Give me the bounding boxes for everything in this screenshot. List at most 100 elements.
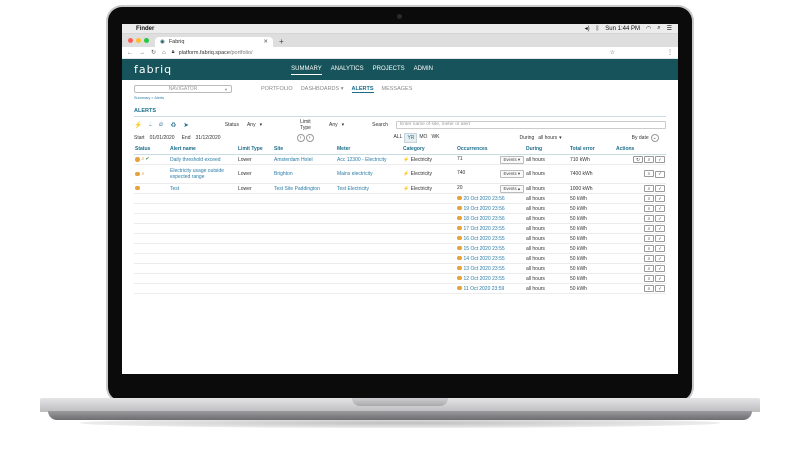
close-window-button[interactable] [128,38,133,43]
nav-analytics[interactable]: ANALYTICS [331,64,364,75]
close-tab-icon[interactable]: ✕ [263,39,268,45]
tab-portfolio[interactable]: PORTFOLIO [261,86,293,93]
check-button[interactable]: ✓ [655,205,665,213]
chevron-down-icon[interactable]: ⌄ [650,133,659,142]
new-tab-button[interactable]: + [279,37,284,46]
search-icon[interactable]: ⌕ [657,25,660,32]
occurrence-row[interactable]: 18 Oct 2020 23:56 all hours 50 kWh ⌕ ✓ [134,213,666,224]
table-row[interactable]: Test Lower Test Site Paddington Test Ele… [134,183,666,194]
occurrence-date-link[interactable]: 17 Oct 2020 23:55 [464,226,505,232]
check-button[interactable]: ✓ [655,156,665,164]
col-category[interactable]: Category [402,145,456,155]
occurrence-row[interactable]: 16 Oct 2020 23:55 all hours 50 kWh ⌕ ✓ [134,233,666,244]
occurrence-date-link[interactable]: 14 Oct 2020 23:55 [464,256,505,262]
tab-dashboards[interactable]: DASHBOARDS ▾ [301,86,344,93]
menu-list-icon[interactable]: ☰ [667,25,672,32]
occurrence-date-link[interactable]: 20 Oct 2020 23:56 [464,196,505,202]
search-button[interactable]: ⌕ [644,264,654,272]
check-button[interactable]: ✓ [655,285,665,293]
period-yr[interactable]: YR [404,132,418,143]
home-icon[interactable]: ⌂ [162,50,166,56]
check-button[interactable]: ✓ [655,185,665,193]
col-occurrences[interactable]: Occurrences [456,145,525,155]
occurrence-row[interactable]: 13 Oct 2020 23:55 all hours 50 kWh ⌕ ✓ [134,263,666,274]
events-button[interactable]: Events ▾ [499,155,524,164]
search-button[interactable]: ⌕ [644,204,654,212]
gas-flame-icon[interactable]: 🔥︎ [159,121,164,129]
recycle-icon[interactable]: ♻ [170,121,176,129]
forward-icon[interactable]: → [139,50,145,56]
check-button[interactable]: ✓ [655,245,665,253]
occurrence-date-link[interactable]: 11 Oct 2020 23:59 [464,286,505,292]
water-icon[interactable]: 💧︎ [149,121,152,129]
check-button[interactable]: ✓ [655,225,665,233]
col-limit-type[interactable]: Limit Type [237,145,273,155]
search-button[interactable]: ⌕ [644,214,654,222]
limit-type-select[interactable]: Any [329,122,338,128]
volume-icon[interactable]: ◂) [585,25,590,32]
occurrence-row[interactable]: 15 Oct 2020 23:55 all hours 50 kWh ⌕ ✓ [134,243,666,254]
check-button[interactable]: ✓ [655,275,665,283]
events-button[interactable]: Events ▾ [499,170,524,178]
occurrence-date-link[interactable]: 12 Oct 2020 23:55 [464,276,505,282]
during-select[interactable]: all hours [538,135,557,141]
meter-link[interactable]: Mains electricity [336,164,402,184]
fabriq-logo[interactable]: fabriq [134,63,172,76]
period-all[interactable]: ALL [392,133,405,143]
search-button[interactable]: ⌕ [644,224,654,232]
table-row[interactable]: ⌕✔ Daily threshold exceed Lower Amsterda… [134,154,666,165]
alert-name-link[interactable]: Electricity usage outside expected range [169,164,237,184]
bookmark-star-icon[interactable]: ☆ [610,49,615,56]
search-input[interactable]: Enter name of site, meter or alert [396,120,666,129]
minimize-window-button[interactable] [136,38,141,43]
occurrence-date-link[interactable]: 19 Oct 2020 23:56 [464,206,505,212]
events-button[interactable]: Events ▴ [499,184,524,193]
menubar-clock[interactable]: Sun 1:44 PM [605,26,640,32]
zoom-window-button[interactable] [144,38,149,43]
period-wk[interactable]: WK [429,133,441,143]
col-during[interactable]: During [525,145,569,155]
back-icon[interactable]: ← [127,50,133,56]
occurrence-row[interactable]: 17 Oct 2020 23:55 all hours 50 kWh ⌕ ✓ [134,223,666,234]
occurrence-date-link[interactable]: 18 Oct 2020 23:56 [464,216,505,222]
bluetooth-icon[interactable]: ᛒ [596,26,600,32]
meter-link[interactable]: Test Electricity [336,183,402,194]
nav-admin[interactable]: ADMIN [414,64,433,75]
menubar-app-name[interactable]: Finder [136,26,154,32]
start-date-input[interactable]: 01/01/2020 [150,135,175,141]
check-button[interactable]: ✓ [655,195,665,203]
occurrence-date-link[interactable]: 15 Oct 2020 23:55 [464,246,505,252]
caret-down-icon[interactable]: ▾ [559,135,562,141]
caret-down-icon[interactable]: ▾ [342,122,345,128]
check-button[interactable]: ✓ [655,215,665,223]
col-meter[interactable]: Meter [336,145,402,155]
occurrence-row[interactable]: 12 Oct 2020 23:55 all hours 50 kWh ⌕ ✓ [134,273,666,284]
check-button[interactable]: ✓ [655,170,665,178]
meter-link[interactable]: Acc 12300 - Electricity [336,154,402,165]
search-button[interactable]: ⌕ [644,194,654,202]
send-icon[interactable]: ➤ [183,121,188,129]
search-button[interactable]: ⌕ [644,234,654,242]
site-link[interactable]: Brighton [273,164,336,184]
url-field[interactable]: 🔒︎ platform.fabriq.space/portfolio/ [172,49,604,56]
search-button[interactable]: ⌕ [644,155,654,163]
wifi-icon[interactable]: ◠ [646,25,651,32]
status-select[interactable]: Any [247,122,256,128]
occurrence-date-link[interactable]: 13 Oct 2020 23:55 [464,266,505,272]
prev-period-button[interactable]: ‹ [296,133,305,142]
caret-down-icon[interactable]: ▾ [260,122,263,128]
check-button[interactable]: ✓ [655,255,665,263]
nav-projects[interactable]: PROJECTS [373,64,405,75]
browser-menu-icon[interactable]: ⋮ [667,49,673,56]
refresh-button[interactable]: ↻ [633,156,643,164]
alert-name-link[interactable]: Test [169,183,237,194]
col-status[interactable]: Status [134,145,169,155]
occurrence-row[interactable]: 19 Oct 2020 23:56 all hours 50 kWh ⌕ ✓ [134,203,666,214]
electricity-icon[interactable]: ⚡ [134,121,142,129]
search-button[interactable]: ⌕ [644,284,654,292]
nav-summary[interactable]: SUMMARY [291,64,322,75]
period-mo[interactable]: MO [417,133,429,143]
navigator-select[interactable]: NAVIGATOR ▼ [134,85,232,93]
end-date-input[interactable]: 31/12/2020 [196,135,221,141]
table-row[interactable]: ⌕ Electricity usage outside expected ran… [134,164,666,184]
